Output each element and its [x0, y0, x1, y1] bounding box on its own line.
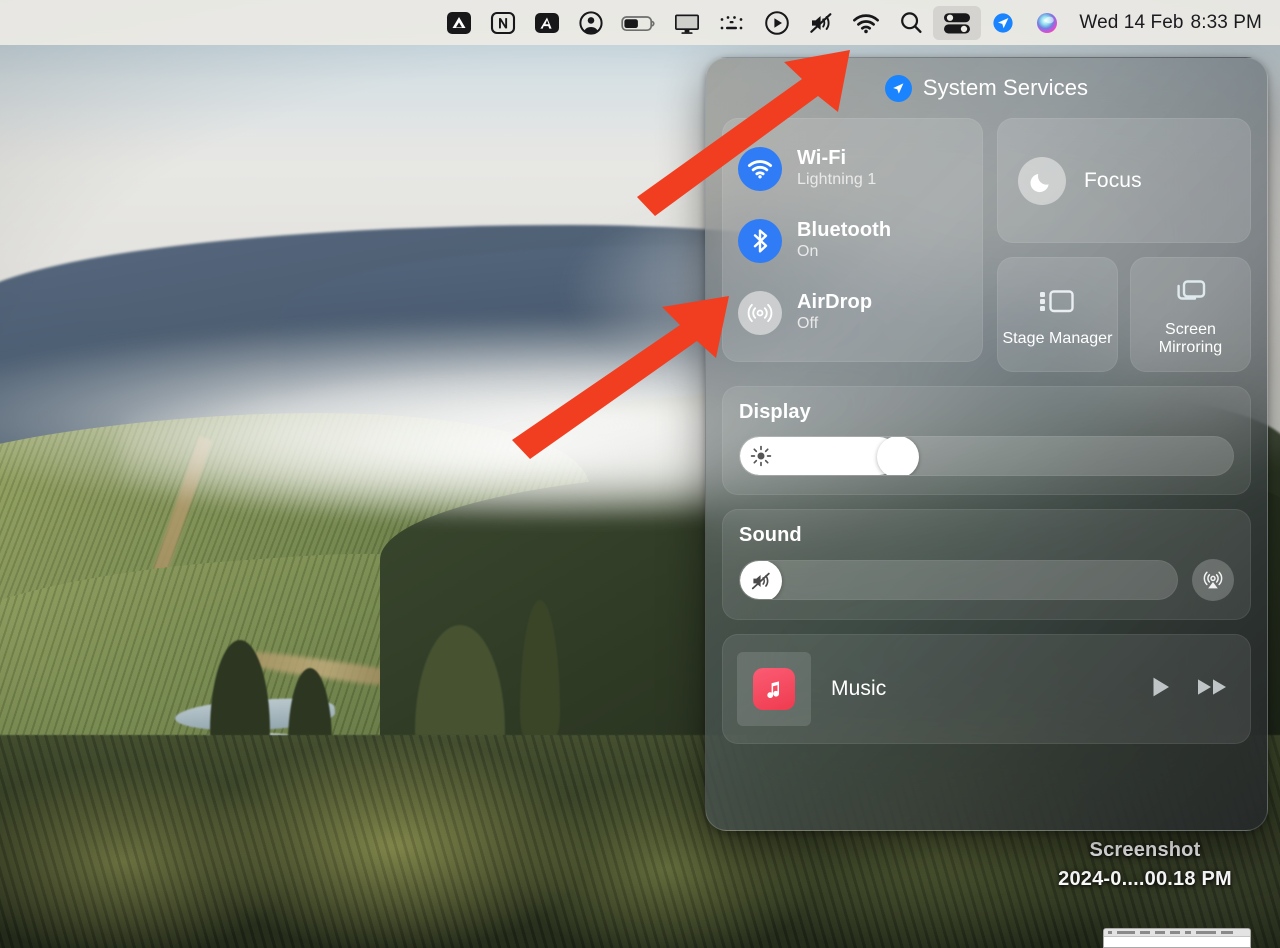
airdrop-text: AirDrop Off	[797, 291, 872, 335]
airplay-audio-icon[interactable]	[1192, 559, 1234, 601]
user-account-icon[interactable]	[569, 6, 613, 40]
volume-mute-icon[interactable]	[740, 560, 782, 600]
desktop-file-thumbnail[interactable]	[1103, 928, 1251, 948]
display-slider-knob[interactable]	[877, 436, 919, 476]
desktop-icon-label-line2: 2024-0....00.18 PM	[1020, 865, 1270, 894]
display-slider-fill	[740, 437, 898, 475]
display-brightness-slider[interactable]	[739, 436, 1234, 476]
search-icon[interactable]	[889, 6, 933, 40]
music-module: Music	[722, 634, 1251, 744]
music-artwork	[737, 652, 811, 726]
screen-mirroring-label: Screen Mirroring	[1131, 321, 1250, 357]
wifi-text: Wi-Fi Lightning 1	[797, 147, 876, 191]
focus-module[interactable]: Focus	[997, 118, 1251, 243]
location-services-icon[interactable]	[981, 6, 1025, 40]
wifi-icon[interactable]	[843, 6, 889, 40]
screen-mirroring-tile[interactable]: Screen Mirroring	[1130, 257, 1251, 372]
clock-date: Wed 14 Feb	[1079, 12, 1183, 33]
play-icon[interactable]	[1148, 674, 1174, 705]
desktop-icon-label-line1: Screenshot	[1020, 836, 1270, 865]
stage-manager-tile[interactable]: Stage Manager	[997, 257, 1118, 372]
fast-forward-icon[interactable]	[1196, 674, 1230, 705]
desktop-icon-screenshot[interactable]: Screenshot 2024-0....00.18 PM	[1020, 836, 1270, 894]
display-icon[interactable]	[665, 6, 709, 40]
display-slider-wrap	[739, 436, 1234, 476]
stage-manager-icon	[1038, 285, 1076, 322]
play-icon[interactable]	[755, 6, 799, 40]
control-center-icon[interactable]	[933, 6, 981, 40]
brightness-icon	[750, 445, 772, 467]
display-module: Display	[722, 386, 1251, 495]
battery-icon[interactable]	[613, 6, 665, 40]
volume-mute-icon[interactable]	[799, 6, 843, 40]
control-center-right-column: Focus Stage Manager	[997, 118, 1251, 372]
menu-bar-clock[interactable]: Wed 14 Feb 8:33 PM	[1069, 12, 1268, 34]
notion-icon[interactable]	[481, 6, 525, 40]
sound-slider-wrap	[739, 559, 1234, 601]
menu-bar: Wed 14 Feb 8:33 PM	[0, 0, 1280, 45]
clock-time: 8:33 PM	[1191, 12, 1262, 33]
sound-volume-slider[interactable]	[739, 560, 1178, 600]
music-app-icon	[753, 668, 795, 710]
stage-manager-label: Stage Manager	[1002, 330, 1112, 348]
airdrop-title: AirDrop	[797, 291, 872, 315]
sound-title: Sound	[739, 524, 1234, 547]
airdrop-status: Off	[797, 314, 872, 335]
siri-icon[interactable]	[1025, 6, 1069, 40]
thumbnail-titlebar	[1104, 929, 1250, 937]
music-controls	[1148, 674, 1230, 705]
bluetooth-text: Bluetooth On	[797, 219, 891, 263]
control-center-panel: System Services	[705, 57, 1268, 831]
system-services-header: System Services	[722, 58, 1251, 118]
arc-browser-icon[interactable]	[437, 6, 481, 40]
bluetooth-icon[interactable]	[738, 219, 782, 263]
music-title: Music	[831, 677, 1128, 701]
thumbnail-body	[1104, 937, 1250, 948]
airdrop-icon[interactable]	[738, 291, 782, 335]
location-arrow-icon	[885, 75, 912, 102]
bluetooth-title: Bluetooth	[797, 219, 891, 243]
control-center-left-column: Wi-Fi Lightning 1 Bluetooth On	[722, 118, 983, 372]
display-title: Display	[739, 401, 1234, 424]
tiles-row: Stage Manager Screen Mirroring	[997, 257, 1251, 372]
shortcuts-icon[interactable]	[709, 6, 755, 40]
wifi-status: Lightning 1	[797, 170, 876, 191]
airdrop-row[interactable]: AirDrop Off	[723, 277, 982, 349]
moon-icon	[1018, 157, 1066, 205]
control-center-top-grid: Wi-Fi Lightning 1 Bluetooth On	[722, 118, 1251, 372]
wifi-icon[interactable]	[738, 147, 782, 191]
screen-mirroring-icon	[1171, 276, 1209, 313]
wifi-title: Wi-Fi	[797, 147, 876, 171]
system-services-label: System Services	[923, 75, 1088, 101]
alfred-icon[interactable]	[525, 6, 569, 40]
radios-module: Wi-Fi Lightning 1 Bluetooth On	[722, 118, 983, 362]
sound-module: Sound	[722, 509, 1251, 620]
wifi-row[interactable]: Wi-Fi Lightning 1	[723, 133, 982, 205]
bluetooth-row[interactable]: Bluetooth On	[723, 205, 982, 277]
focus-label: Focus	[1084, 169, 1142, 193]
bluetooth-status: On	[797, 242, 891, 263]
